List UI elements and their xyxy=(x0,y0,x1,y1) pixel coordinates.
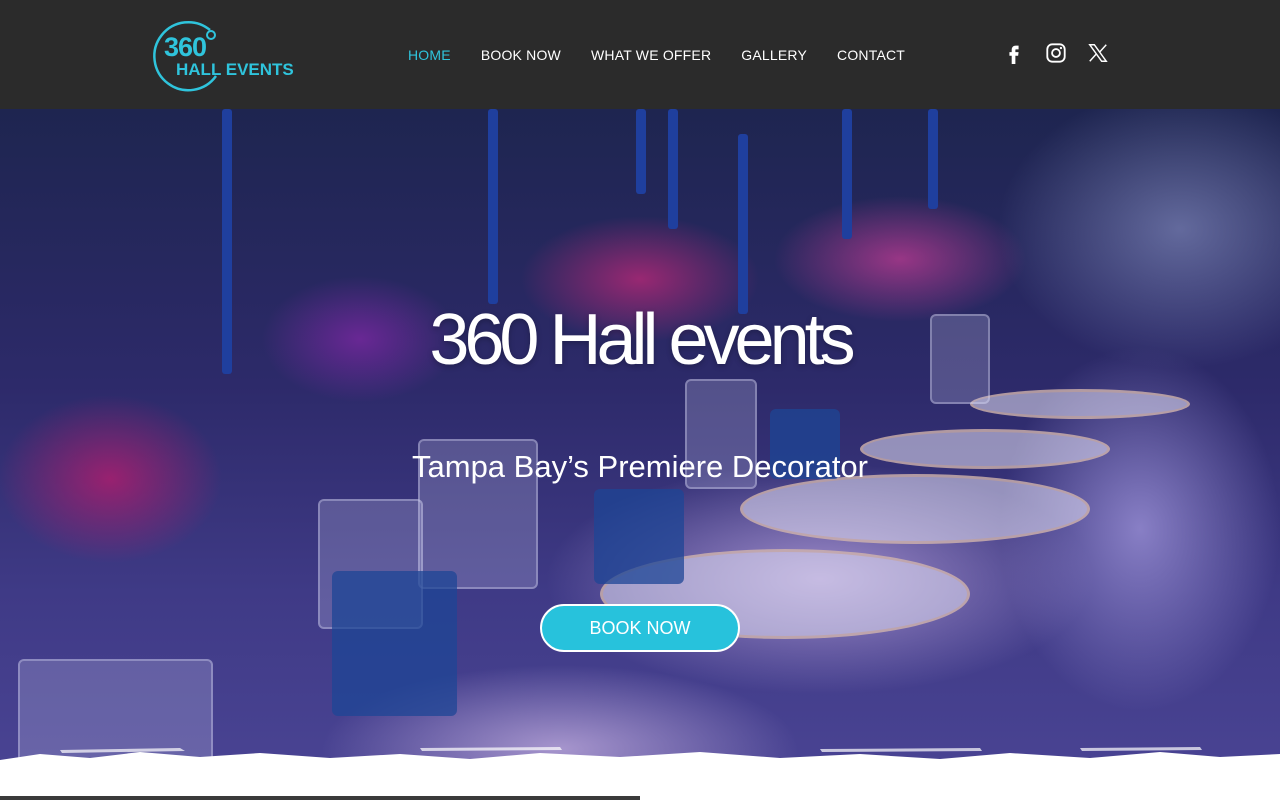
nav-item-gallery[interactable]: GALLERY xyxy=(741,47,807,63)
facebook-icon[interactable] xyxy=(1003,42,1025,64)
nav-item-book-now[interactable]: BOOK NOW xyxy=(481,47,561,63)
nav-item-home[interactable]: HOME xyxy=(408,47,451,63)
social-links xyxy=(1003,42,1129,64)
logo-text: HALL EVENTS xyxy=(176,60,294,79)
main-nav: HOME BOOK NOW WHAT WE OFFER GALLERY CONT… xyxy=(408,45,935,65)
book-now-button[interactable]: BOOK NOW xyxy=(540,604,740,652)
site-logo[interactable]: 360 HALL EVENTS xyxy=(150,18,300,94)
site-header: 360 HALL EVENTS HOME BOOK NOW WHAT WE OF… xyxy=(0,0,1280,109)
logo-number: 360 xyxy=(164,32,207,62)
nav-item-contact[interactable]: CONTACT xyxy=(837,47,905,63)
x-icon[interactable] xyxy=(1087,42,1109,64)
next-section-edge xyxy=(0,796,640,800)
brush-stroke-divider xyxy=(0,747,1280,800)
instagram-icon[interactable] xyxy=(1045,42,1067,64)
hero-section: 360 Hall events Tampa Bay’s Premiere Dec… xyxy=(0,109,1280,800)
hero-title: 360 Hall events xyxy=(429,300,855,380)
nav-item-what-we-offer[interactable]: WHAT WE OFFER xyxy=(591,47,711,63)
hero-subtitle: Tampa Bay’s Premiere Decorator xyxy=(412,449,868,484)
logo-degree-icon xyxy=(206,30,216,40)
